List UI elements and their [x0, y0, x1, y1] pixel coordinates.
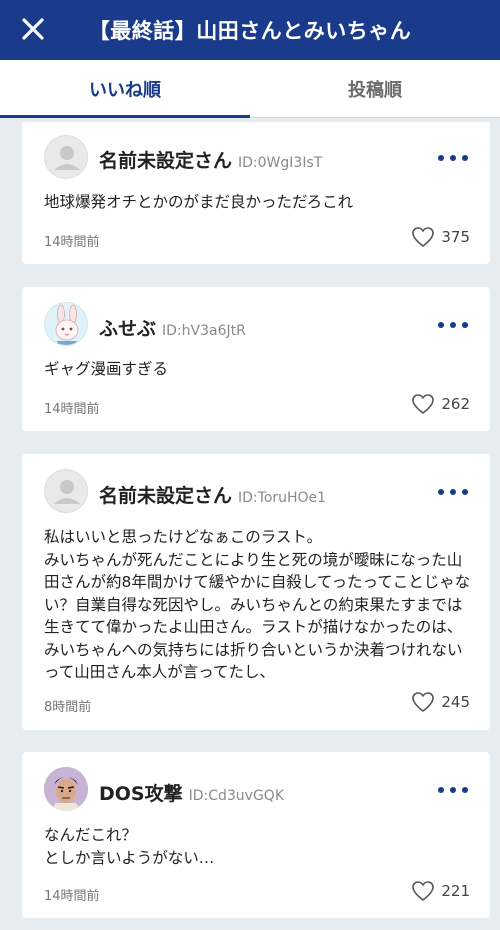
comment-username[interactable]: 名前未設定さん ID:0WgI3IsT — [99, 146, 322, 173]
avatar[interactable] — [44, 302, 88, 346]
tab-post-order[interactable]: 投稿順 — [250, 60, 500, 117]
page-title: 【最終話】山田さんとみいちゃん — [88, 19, 412, 43]
like-button[interactable]: 375 — [411, 226, 470, 248]
username-text: 名前未設定さん — [99, 485, 233, 507]
character-avatar-icon — [44, 767, 88, 811]
more-icon — [438, 322, 444, 328]
app-header: 【最終話】山田さんとみいちゃん — [0, 0, 500, 60]
more-icon — [438, 489, 444, 495]
comment-username[interactable]: ふせぶ ID:hV3a6JtR — [99, 314, 246, 341]
comment-timestamp: 14時間前 — [44, 235, 100, 250]
user-id: ID:hV3a6JtR — [162, 323, 246, 339]
person-icon — [54, 146, 80, 170]
like-count: 221 — [441, 882, 470, 900]
heart-icon — [412, 692, 435, 712]
avatar[interactable] — [44, 767, 88, 811]
username-text: DOS攻撃 — [99, 783, 183, 805]
more-options-button[interactable] — [438, 784, 468, 796]
comment-timestamp: 8時間前 — [44, 700, 92, 715]
like-count: 245 — [441, 693, 470, 711]
username-text: ふせぶ — [99, 318, 157, 340]
user-id: ID:ToruHOe1 — [238, 490, 327, 506]
user-id: ID:Cd3uvGQK — [188, 788, 285, 804]
bunny-avatar-icon — [55, 304, 79, 345]
comment-body: ギャグ漫画すぎる — [44, 360, 169, 378]
comment-username[interactable]: DOS攻撃 ID:Cd3uvGQK — [99, 779, 284, 806]
comment-timestamp: 14時間前 — [44, 889, 100, 904]
heart-icon — [412, 227, 435, 247]
person-icon — [54, 480, 80, 504]
comment-card: 名前未設定さん ID:ToruHOe1 私はいいと思ったけどなぁこのラスト。 みい… — [22, 454, 490, 730]
comment-body: 地球爆発オチとかのがまだ良かっただろこれ — [44, 193, 354, 211]
comment-body: なんだこれ？ としか言いようがない… — [44, 826, 215, 867]
more-options-button[interactable] — [438, 486, 468, 498]
like-button[interactable]: 221 — [411, 880, 470, 902]
more-options-button[interactable] — [438, 319, 468, 331]
close-icon — [22, 18, 44, 40]
comment-timestamp: 14時間前 — [44, 402, 100, 417]
user-id: ID:0WgI3IsT — [238, 155, 323, 171]
like-count: 262 — [441, 395, 470, 413]
avatar[interactable] — [44, 135, 88, 179]
tab-likes-order[interactable]: いいね順 — [0, 60, 250, 118]
comment-card: ふせぶ ID:hV3a6JtR ギャグ漫画すぎる 14時間前 262 — [22, 287, 490, 431]
comment-username[interactable]: 名前未設定さん ID:ToruHOe1 — [99, 481, 326, 508]
heart-icon — [412, 394, 435, 414]
comment-card: 名前未設定さん ID:0WgI3IsT 地球爆発オチとかのがまだ良かっただろこれ … — [22, 122, 490, 264]
more-icon — [438, 787, 444, 793]
like-button[interactable]: 262 — [411, 393, 470, 415]
like-button[interactable]: 245 — [411, 691, 470, 713]
more-icon — [438, 155, 444, 161]
heart-icon — [412, 881, 435, 901]
close-button[interactable] — [18, 14, 48, 44]
comment-body: 私はいいと思ったけどなぁこのラスト。 みいちゃんが死んだことにより生と死の境が曖… — [44, 528, 471, 681]
comment-card: DOS攻撃 ID:Cd3uvGQK なんだこれ？ としか言いようがない… 14時間… — [22, 752, 490, 918]
sort-tabs: いいね順 投稿順 — [0, 60, 500, 118]
like-count: 375 — [441, 228, 470, 246]
more-options-button[interactable] — [438, 152, 468, 164]
avatar[interactable] — [44, 469, 88, 513]
username-text: 名前未設定さん — [99, 150, 233, 172]
